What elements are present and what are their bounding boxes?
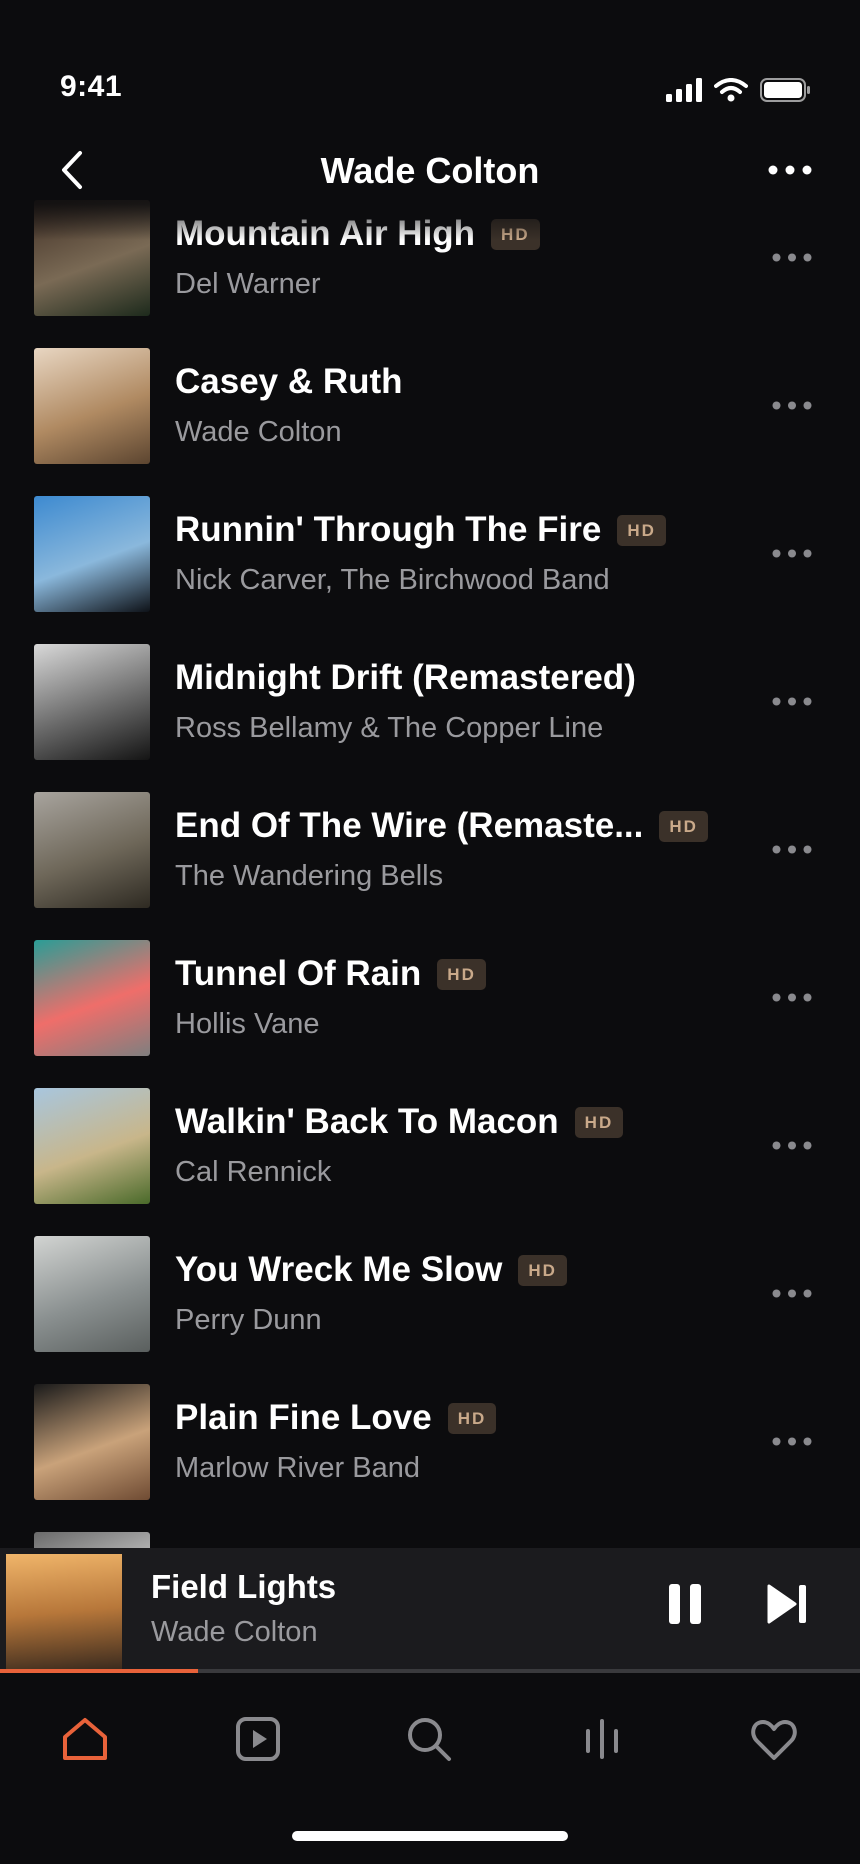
status-bar: 9:41 (0, 0, 860, 170)
track-row[interactable]: End Of The Wire (Remaste... HD The Wanderi… (0, 776, 860, 924)
track-title-text: Runnin' Through The Fire (175, 510, 602, 549)
album-artwork (34, 1532, 150, 1548)
tab-videos[interactable] (228, 1709, 288, 1769)
hd-badge: HD (437, 958, 486, 990)
album-artwork (34, 644, 150, 760)
hd-badge: HD (659, 810, 708, 842)
tab-bar (0, 1673, 860, 1864)
playback-progress-fill (0, 1669, 198, 1673)
track-title-text: Plain Fine Love (175, 1398, 432, 1437)
more-icon (772, 401, 812, 409)
more-icon (772, 1437, 812, 1445)
more-icon (772, 253, 812, 261)
album-artwork (34, 1088, 150, 1204)
cellular-signal-icon (666, 78, 702, 102)
track-more-button[interactable] (768, 1426, 812, 1456)
track-artist: Nick Carver, The Birchwood Band (175, 564, 610, 596)
album-artwork (34, 1384, 150, 1500)
hd-badge: HD (518, 1254, 567, 1286)
track-artist: Ross Bellamy & The Copper Line (175, 712, 604, 744)
track-title: Casey & Ruth (175, 362, 403, 402)
track-row[interactable]: Plain Fine Love HD Marlow River Band (0, 1368, 860, 1516)
album-artwork (34, 940, 150, 1056)
play-square-icon (236, 1717, 280, 1761)
status-icons (666, 78, 812, 102)
track-artist: Wade Colton (175, 416, 342, 448)
track-title-text: Casey & Ruth (175, 362, 403, 401)
track-title-text: Tunnel Of Rain (175, 954, 422, 993)
track-more-button[interactable] (768, 1278, 812, 1308)
track-artist: Del Warner (175, 268, 321, 300)
track-row[interactable]: Midnight Drift (Remastered) Ross Bellamy … (0, 628, 860, 776)
more-icon (772, 1141, 812, 1149)
more-icon (772, 845, 812, 853)
tab-home[interactable] (55, 1709, 115, 1769)
track-title: End Of The Wire (Remaste... HD (175, 806, 708, 846)
wifi-icon (714, 78, 748, 102)
track-more-button[interactable] (768, 834, 812, 864)
track-more-button[interactable] (768, 982, 812, 1012)
track-title: Midnight Drift (Remastered) (175, 658, 636, 698)
home-indicator[interactable] (292, 1831, 568, 1841)
track-title: Walkin' Back To Macon HD (175, 1102, 624, 1142)
track-title-text: You Wreck Me Slow (175, 1250, 503, 1289)
track-row[interactable]: Tunnel Of Rain HD Hollis Vane (0, 924, 860, 1072)
more-icon (772, 993, 812, 1001)
track-title: Plain Fine Love HD (175, 1398, 497, 1438)
equalizer-icon (586, 1719, 618, 1759)
track-more-button[interactable] (768, 538, 812, 568)
heart-icon (751, 1720, 797, 1760)
playback-progress[interactable] (0, 1669, 860, 1673)
track-row[interactable]: Runnin' Through The Fire HD Nick Carver, T… (0, 480, 860, 628)
track-title-text: End Of The Wire (Remaste... (175, 806, 644, 845)
pause-icon (669, 1584, 701, 1624)
pause-button[interactable] (660, 1576, 710, 1632)
track-more-button[interactable] (768, 390, 812, 420)
track-artist: Perry Dunn (175, 1304, 322, 1336)
home-icon (63, 1718, 107, 1760)
track-more-button[interactable] (768, 686, 812, 716)
album-artwork (34, 1236, 150, 1352)
album-artwork (34, 792, 150, 908)
track-row[interactable]: Walkin' Back To Macon HD Cal Rennick (0, 1072, 860, 1220)
track-row[interactable] (0, 1516, 860, 1548)
tab-activity[interactable] (572, 1709, 632, 1769)
battery-icon (760, 78, 810, 102)
track-title: Runnin' Through The Fire HD (175, 510, 666, 550)
track-title: You Wreck Me Slow HD (175, 1250, 567, 1290)
track-title-text: Midnight Drift (Remastered) (175, 658, 636, 697)
more-icon (772, 549, 812, 557)
track-more-button[interactable] (768, 242, 812, 272)
track-more-button[interactable] (768, 1130, 812, 1160)
now-playing-artist: Wade Colton (151, 1616, 318, 1648)
now-playing-artwork[interactable] (6, 1554, 122, 1670)
status-time: 9:41 (60, 70, 123, 103)
tab-favorites[interactable] (744, 1709, 804, 1769)
more-icon (772, 697, 812, 705)
hd-badge: HD (574, 1106, 624, 1138)
track-row[interactable]: Casey & Ruth Wade Colton (0, 332, 860, 480)
next-track-button[interactable] (758, 1576, 816, 1632)
album-artwork (34, 496, 150, 612)
track-artist: Hollis Vane (175, 1008, 320, 1040)
now-playing-title: Field Lights (151, 1568, 337, 1605)
track-row[interactable]: You Wreck Me Slow HD Perry Dunn (0, 1220, 860, 1368)
skip-next-icon (767, 1584, 806, 1624)
track-artist: Marlow River Band (175, 1452, 420, 1484)
track-title: Tunnel Of Rain HD (175, 954, 486, 994)
more-icon (772, 1289, 812, 1297)
search-icon (408, 1718, 451, 1761)
album-artwork (34, 348, 150, 464)
now-playing-bar[interactable]: Field Lights Wade Colton (0, 1548, 860, 1671)
track-artist: The Wandering Bells (175, 860, 444, 892)
track-artist: Cal Rennick (175, 1156, 332, 1188)
tab-search[interactable] (399, 1709, 459, 1769)
track-title-text: Walkin' Back To Macon (175, 1102, 559, 1141)
hd-badge: HD (447, 1402, 497, 1434)
hd-badge: HD (617, 514, 666, 546)
